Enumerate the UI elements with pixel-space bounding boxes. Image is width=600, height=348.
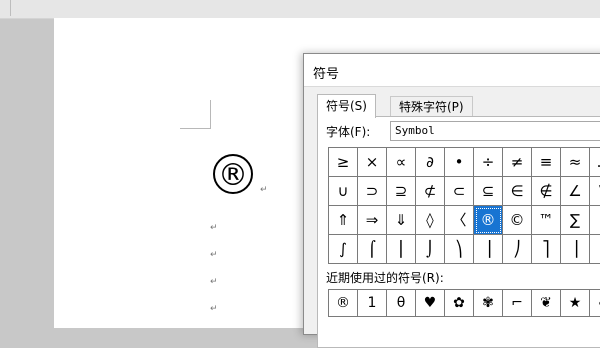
tab-symbols[interactable]: 符号(S) (317, 94, 376, 118)
recent-symbols-row: ®1θ♥✿✾⌐❦★♣ (328, 289, 600, 317)
paragraph-mark: ↵ (210, 304, 218, 314)
symbol-cell[interactable]: ⎞ (445, 235, 474, 264)
recent-symbol-cell[interactable]: ★ (561, 290, 590, 317)
symbol-cell[interactable]: ÷ (474, 148, 503, 177)
symbol-cell[interactable]: ∠ (561, 177, 590, 206)
symbol-cell[interactable]: ⌡ (416, 235, 445, 264)
symbol-cell[interactable]: ⎤ (532, 235, 561, 264)
symbol-cell[interactable]: ⎦ (590, 235, 600, 264)
symbol-cell[interactable]: ⎮ (387, 235, 416, 264)
page-margin-mark (180, 100, 211, 129)
symbol-cell[interactable]: ≠ (503, 148, 532, 177)
symbol-cell[interactable]: ∉ (532, 177, 561, 206)
symbol-cell[interactable]: • (445, 148, 474, 177)
symbol-cell[interactable]: ⊆ (474, 177, 503, 206)
symbol-cell[interactable]: ⎥ (561, 235, 590, 264)
recent-symbol-cell[interactable]: ⌐ (503, 290, 532, 317)
symbol-cell[interactable]: ⇒ (358, 206, 387, 235)
recent-symbols-label: 近期使用过的符号(R): (326, 271, 444, 285)
recent-symbol-cell[interactable]: ✿ (445, 290, 474, 317)
paragraph-mark: ↵ (210, 277, 218, 287)
symbol-cell[interactable]: 〈 (445, 206, 474, 235)
recent-symbol-cell[interactable]: 1 (358, 290, 387, 317)
symbol-cell[interactable]: ⎠ (503, 235, 532, 264)
symbol-cell[interactable]: ⎟ (474, 235, 503, 264)
symbol-cell[interactable]: ∂ (416, 148, 445, 177)
symbol-cell[interactable]: ∑ (561, 206, 590, 235)
paragraph-mark: ↵ (260, 185, 268, 195)
font-select[interactable]: Symbol (390, 121, 600, 141)
symbol-cell[interactable]: ≈ (561, 148, 590, 177)
symbol-cell[interactable]: ∈ (503, 177, 532, 206)
symbol-cell[interactable]: ® (474, 206, 503, 235)
symbols-tab-panel: 字体(F): Symbol ≥×∝∂•÷≠≡≈…∪⊃⊇⊄⊂⊆∈∉∠∇⇑⇒⇓◊〈®… (317, 116, 600, 348)
paragraph-mark: ↵ (210, 223, 218, 233)
symbol-cell[interactable]: ∇ (590, 177, 600, 206)
symbol-cell[interactable]: ◊ (416, 206, 445, 235)
ruler-tick (10, 0, 11, 16)
recent-symbol-cell[interactable]: ® (329, 290, 358, 317)
tab-special-characters[interactable]: 特殊字符(P) (390, 96, 473, 117)
symbol-cell[interactable]: ⊇ (387, 177, 416, 206)
dialog-title: 符号 (313, 67, 340, 82)
symbol-cell[interactable]: ⇑ (329, 206, 358, 235)
recent-symbol-cell[interactable]: ♣ (590, 290, 600, 317)
symbol-cell[interactable]: ⊂ (445, 177, 474, 206)
title-bar-strip (0, 0, 600, 19)
symbol-cell[interactable]: ≡ (532, 148, 561, 177)
symbol-cell[interactable]: ≥ (329, 148, 358, 177)
symbol-cell[interactable]: × (358, 148, 387, 177)
symbol-cell[interactable]: ⎛ (590, 206, 600, 235)
recent-symbol-cell[interactable]: ♥ (416, 290, 445, 317)
symbol-cell[interactable]: ∪ (329, 177, 358, 206)
symbol-cell[interactable]: ™ (532, 206, 561, 235)
recent-symbol-cell[interactable]: ✾ (474, 290, 503, 317)
dialog-title-bar[interactable]: 符号 (304, 54, 600, 87)
symbol-grid: ≥×∝∂•÷≠≡≈… ∪⊃⊇⊄⊂⊆∈∉∠∇ ⇑⇒⇓◊〈®©™∑⎛ ∫⌠⎮⌡⎞⎟⎠⎤⎥⎦ (328, 147, 600, 264)
symbol-cell[interactable]: … (590, 148, 600, 177)
paragraph-mark: ↵ (210, 250, 218, 260)
symbol-dialog[interactable]: 符号 符号(S) 特殊字符(P) 字体(F): Symbol ≥ × ∝ ∂ • ÷ ≠ ≡ ≈… (303, 53, 600, 348)
symbol-cell[interactable]: ∝ (387, 148, 416, 177)
symbol-cell[interactable]: © (503, 206, 532, 235)
symbol-cell[interactable]: ⇓ (387, 206, 416, 235)
recent-symbol-cell[interactable]: θ (387, 290, 416, 317)
inserted-registered-symbol[interactable]: ® (213, 154, 253, 194)
recent-symbol-cell[interactable]: ❦ (532, 290, 561, 317)
symbol-cell[interactable]: ∫ (329, 235, 358, 264)
symbol-cell[interactable]: ⊃ (358, 177, 387, 206)
symbol-cell[interactable]: ⊄ (416, 177, 445, 206)
symbol-cell[interactable]: ⌠ (358, 235, 387, 264)
font-label: 字体(F): (326, 125, 371, 139)
